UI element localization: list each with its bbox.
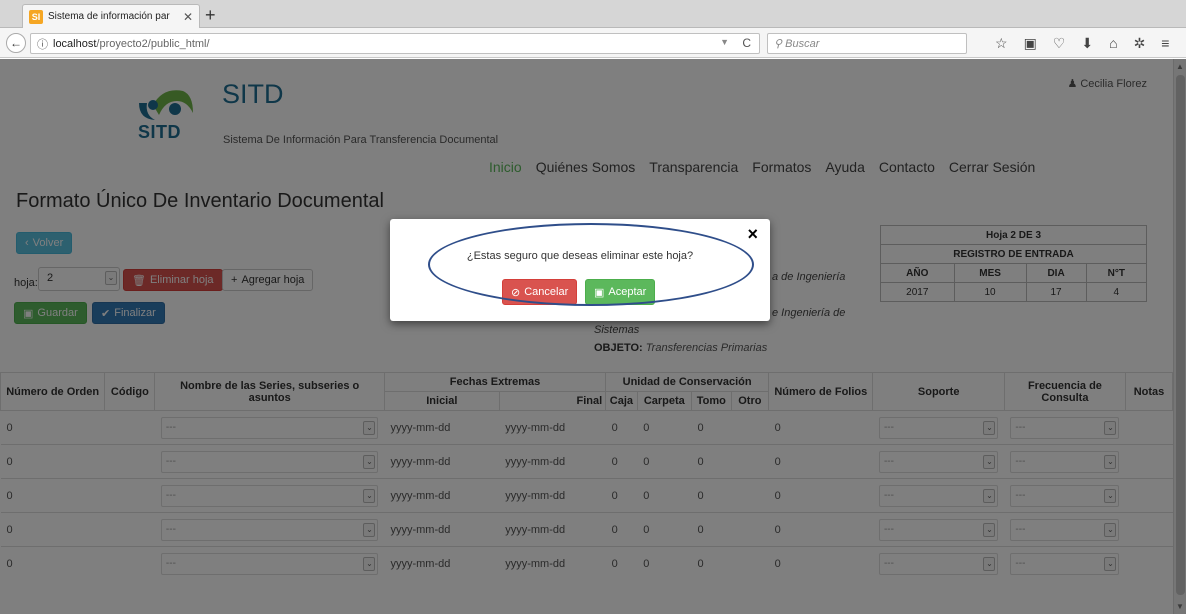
url-path: /proyecto2/public_html/ (96, 37, 210, 50)
url-dropdown-icon[interactable]: ▼ (720, 37, 729, 47)
pocket-icon[interactable]: ♡ (1053, 35, 1066, 52)
download-icon[interactable]: ⬇ (1081, 35, 1093, 52)
modal-backdrop[interactable] (0, 59, 1186, 614)
toolbar-icons: ☆ ▣ ♡ ⬇ ⌂ ✲ ≡ (995, 35, 1169, 52)
search-placeholder: Buscar (785, 38, 820, 50)
favicon-icon: SI (29, 9, 43, 24)
close-tab-icon[interactable]: ✕ (183, 10, 193, 24)
new-tab-icon[interactable]: + (205, 6, 216, 24)
info-icon[interactable]: ⓘ (37, 36, 48, 52)
search-input[interactable]: ⚲ Buscar (767, 33, 967, 54)
confirm-message: ¿Estas seguro que deseas eliminar este h… (466, 250, 694, 262)
browser-tab[interactable]: SI Sistema de información par ✕ (22, 4, 200, 28)
hamburger-icon[interactable]: ≡ (1161, 35, 1169, 52)
confirm-dialog: × ¿Estas seguro que deseas eliminar este… (390, 219, 770, 321)
browser-navbar: ← ⓘ localhost /proyecto2/public_html/ ▼ … (0, 28, 1186, 58)
back-icon[interactable]: ← (6, 33, 26, 53)
save-icon: ▣ (594, 286, 605, 299)
cancel-button[interactable]: ⊘ Cancelar (502, 279, 578, 305)
extension-icon[interactable]: ✲ (1134, 35, 1146, 52)
cancel-icon: ⊘ (511, 286, 521, 299)
star-icon[interactable]: ☆ (995, 35, 1008, 52)
url-bar[interactable]: ⓘ localhost /proyecto2/public_html/ ▼ C (30, 33, 760, 54)
tab-title: Sistema de información par (48, 11, 170, 22)
clipboard-icon[interactable]: ▣ (1024, 35, 1037, 52)
reload-icon[interactable]: C (742, 36, 751, 50)
url-host: localhost (53, 37, 97, 50)
home-icon[interactable]: ⌂ (1109, 35, 1117, 52)
accept-label: Aceptar (608, 286, 647, 298)
browser-tabbar: SI Sistema de información par ✕ + (0, 0, 1186, 28)
accept-button[interactable]: ▣ Aceptar (585, 279, 656, 305)
cancel-label: Cancelar (524, 286, 569, 298)
search-icon: ⚲ (774, 38, 783, 50)
close-icon[interactable]: × (747, 224, 758, 245)
